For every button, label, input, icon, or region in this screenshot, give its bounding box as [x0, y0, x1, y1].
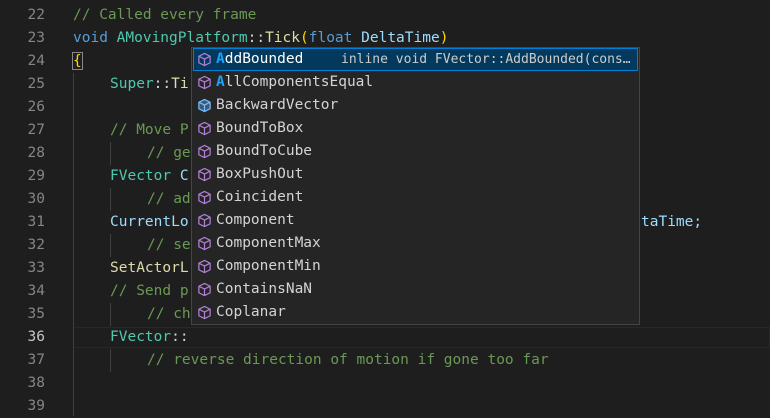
variable-name: C	[179, 168, 189, 184]
variable-name: taTime;	[641, 214, 703, 230]
keyword-void: void	[73, 30, 108, 46]
suggestion-item[interactable]: BoundToCube	[193, 140, 638, 163]
function-name: Tick	[265, 30, 300, 46]
suggestion-item[interactable]: BoundToBox	[193, 117, 638, 140]
code-line-31-left: CurrentLo	[110, 214, 189, 230]
suggestion-item[interactable]: Component	[193, 209, 638, 232]
indent-guide	[110, 303, 111, 326]
suggestion-item[interactable]: BoxPushOut	[193, 163, 638, 186]
indent-guide	[110, 234, 111, 257]
cube-method-icon	[198, 282, 211, 297]
suggestion-label: BoundToBox	[216, 120, 304, 136]
code-line-35: // ch	[147, 306, 191, 322]
suggestion-label: AddBounded	[216, 51, 304, 67]
code-line-25: Super::Ti	[110, 73, 189, 96]
code-line-31-right: taTime;	[641, 211, 702, 234]
cube-method-icon	[198, 144, 211, 159]
suggestion-label: ComponentMax	[216, 235, 321, 251]
line-number: 27	[27, 122, 45, 138]
line-number: 22	[27, 7, 45, 23]
line-number-active: 36	[27, 329, 45, 345]
type-name: FVector	[110, 168, 172, 184]
indent-guide	[110, 188, 111, 211]
autocomplete-suggest-widget[interactable]: AddBounded inline void FVector::AddBound…	[191, 47, 640, 325]
suggestion-item[interactable]: Coplanar	[193, 301, 638, 324]
cube-method-icon	[198, 52, 211, 67]
code-line-22: // Called every frame	[73, 7, 257, 23]
code-line-29: FVector C	[110, 165, 189, 188]
suggestion-item-selected[interactable]: AddBounded inline void FVector::AddBound…	[193, 48, 638, 71]
suggestion-label: BoundToCube	[216, 143, 313, 159]
indent-guide	[110, 349, 111, 372]
keyword-float: float	[308, 30, 353, 46]
code-line-24: {	[72, 50, 83, 73]
line-number: 25	[27, 76, 45, 92]
code-editor[interactable]: 22 23 24 25 26 27 28 29 30 31 32 33 34 3…	[0, 0, 770, 416]
partial-call: Ti	[171, 76, 189, 92]
cube-method-icon	[198, 167, 211, 182]
suggestion-label: BoxPushOut	[216, 166, 304, 182]
cube-method-icon	[198, 190, 211, 205]
code-line-37: // reverse direction of motion if gone t…	[147, 352, 549, 368]
editor-scrollbar[interactable]	[760, 0, 770, 416]
scope-operator: ::	[171, 329, 189, 345]
line-number: 31	[27, 214, 45, 230]
suggestion-item[interactable]: ComponentMax	[193, 232, 638, 255]
suggestion-label: Coincident	[216, 189, 304, 205]
class-name: AMovingPlatform	[116, 30, 248, 46]
suggestion-detail: inline void FVector::AddBounded(cons…	[341, 52, 631, 67]
line-number: 37	[27, 352, 45, 368]
super-keyword: Super	[110, 76, 154, 92]
line-number: 35	[27, 306, 45, 322]
type-name: FVector	[110, 329, 172, 345]
suggestion-item[interactable]: AllComponentsEqual	[193, 71, 638, 94]
cube-method-icon	[198, 305, 211, 320]
line-number: 32	[27, 237, 45, 253]
scope-operator: ::	[247, 30, 266, 46]
open-paren: (	[300, 30, 309, 46]
code-line-32: // se	[147, 237, 191, 253]
code-line-28: // ge	[147, 145, 191, 161]
suggestion-label: Coplanar	[216, 304, 286, 320]
code-line-30: // ad	[147, 191, 191, 207]
cube-method-icon	[198, 236, 211, 251]
code-line-33: SetActorL	[110, 260, 189, 276]
suggestion-item[interactable]: ContainsNaN	[193, 278, 638, 301]
suggestion-label: Component	[216, 212, 295, 228]
cube-method-icon	[198, 75, 211, 90]
suggestion-item[interactable]: ComponentMin	[193, 255, 638, 278]
line-number: 38	[27, 375, 45, 391]
suggestion-label: AllComponentsEqual	[216, 74, 374, 90]
suggestion-item[interactable]: Coincident	[193, 186, 638, 209]
cube-method-icon	[198, 259, 211, 274]
line-number: 24	[27, 53, 45, 69]
line-number: 28	[27, 145, 45, 161]
suggestion-label: ContainsNaN	[216, 281, 313, 297]
line-number: 29	[27, 168, 45, 184]
code-line-34: // Send p	[110, 283, 189, 299]
cube-field-icon	[198, 98, 211, 113]
code-line-36[interactable]: FVector::	[110, 326, 189, 349]
line-number: 34	[27, 283, 45, 299]
scope-operator: ::	[153, 76, 172, 92]
param-name: DeltaTime	[361, 30, 440, 46]
line-number: 23	[27, 30, 45, 46]
line-number: 26	[27, 99, 45, 115]
line-number: 33	[27, 260, 45, 276]
code-line-27: // Move P	[110, 122, 189, 138]
line-number-gutter: 22 23 24 25 26 27 28 29 30 31 32 33 34 3…	[0, 0, 60, 416]
cube-method-icon	[198, 213, 211, 228]
line-number: 30	[27, 191, 45, 207]
open-brace: {	[72, 52, 83, 70]
close-paren: )	[439, 30, 449, 46]
suggestion-item[interactable]: BackwardVector	[193, 94, 638, 117]
cube-method-icon	[198, 121, 211, 136]
line-number: 39	[27, 398, 45, 414]
indent-guide	[73, 73, 74, 416]
suggestion-label: BackwardVector	[216, 97, 339, 113]
suggestion-label: ComponentMin	[216, 258, 321, 274]
indent-guide	[110, 142, 111, 165]
